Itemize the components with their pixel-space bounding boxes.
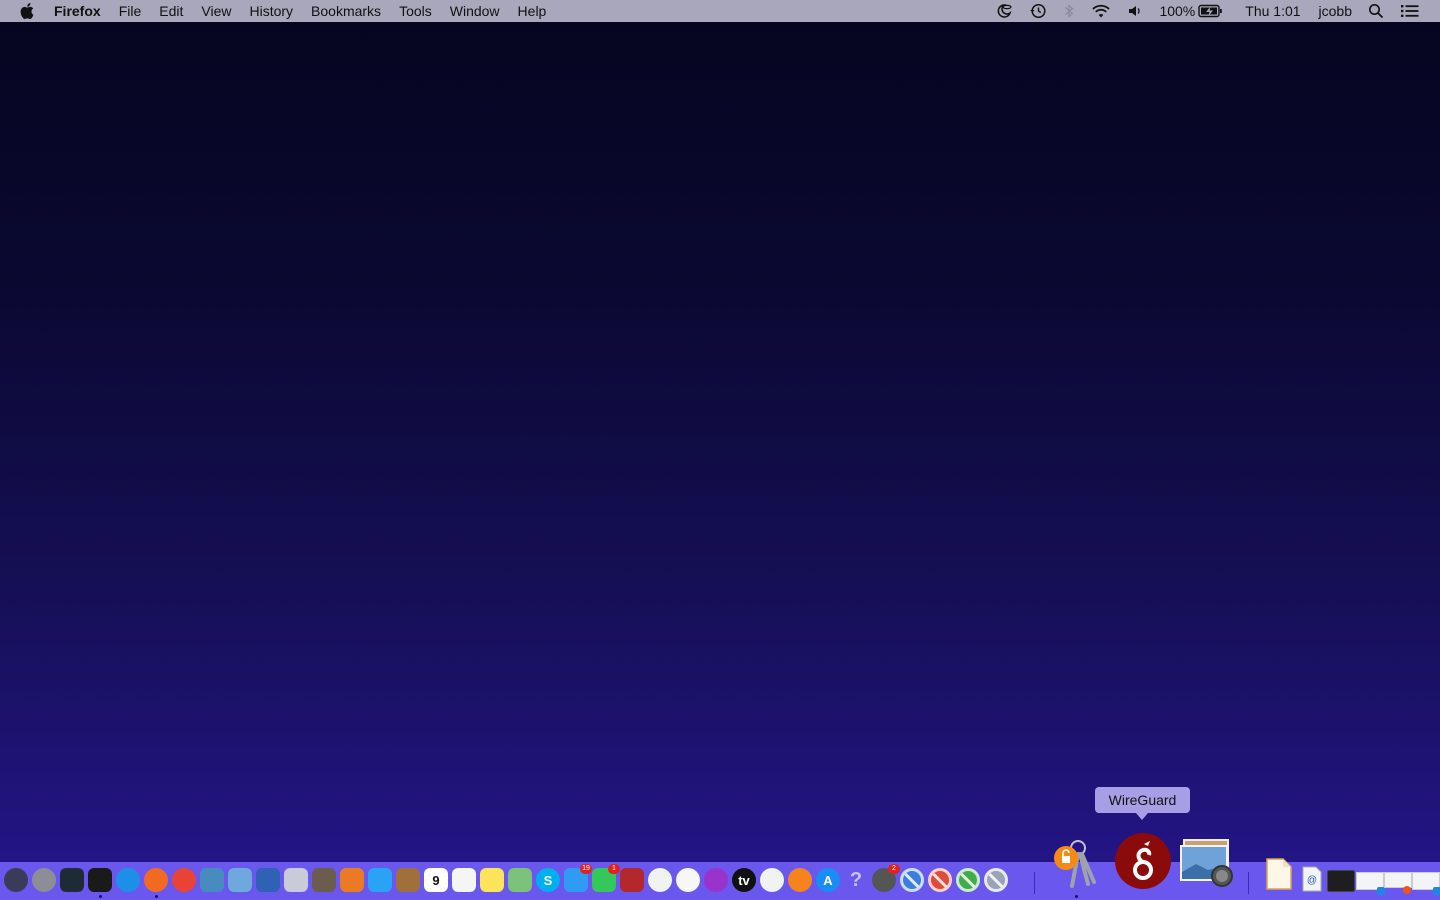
menu-edit[interactable]: Edit [150,0,192,22]
mission-control-icon[interactable] [60,868,84,892]
clock[interactable]: Thu 1:01 [1245,0,1300,22]
terminal-icon[interactable] [88,868,112,892]
notification-badge: 19 [580,864,592,874]
siri-icon[interactable] [4,868,28,892]
app-store-icon[interactable]: A [816,868,840,892]
skype-icon[interactable]: S [536,868,560,892]
user-name[interactable]: jcobb [1319,0,1352,22]
menu-view[interactable]: View [192,0,240,22]
gimp-icon[interactable] [312,868,336,892]
unavailable-app-icon[interactable] [956,868,980,892]
unavailable-app-icon[interactable] [900,868,924,892]
dock-icon-label: ? [849,868,863,891]
minimized-terminal-icon[interactable] [1327,870,1355,892]
chat-bubble-icon[interactable] [368,868,392,892]
dock-separator [1034,872,1035,894]
books-icon[interactable] [788,868,812,892]
virtualbox-icon[interactable] [256,868,280,892]
menu-app-name[interactable]: Firefox [54,0,110,22]
menu-tools[interactable]: Tools [390,0,441,22]
running-indicator [1075,895,1078,898]
photos-icon[interactable] [648,868,672,892]
mail-document-icon[interactable]: @ [1302,866,1322,892]
dock-icon-label: 9 [432,872,440,888]
safari-icon[interactable] [116,868,140,892]
maps-icon[interactable] [508,868,532,892]
wifi-icon[interactable] [1091,0,1111,22]
unavailable-app-icon[interactable] [928,868,952,892]
dock-tooltip: WireGuard [1095,787,1190,820]
menu-window[interactable]: Window [441,0,509,22]
preview-icon[interactable] [228,868,252,892]
godot-icon[interactable] [200,868,224,892]
apple-tv-icon[interactable]: tv [732,868,756,892]
prohibited-overlay-icon [960,872,976,888]
wordpress-icon[interactable] [284,868,308,892]
minimized-finder-window-icon[interactable] [1356,872,1385,895]
bluetooth-icon[interactable] [1063,0,1075,22]
news-icon[interactable] [760,868,784,892]
unavailable-app-icon[interactable] [984,868,1008,892]
minimized-finder-window-icon[interactable] [1412,872,1440,895]
notification-badge: 1 [608,864,620,874]
minimized-firefox-window-icon[interactable] [1384,872,1412,894]
x11-icon[interactable] [340,868,364,892]
menu-help[interactable]: Help [509,0,556,22]
volume-icon[interactable] [1127,0,1143,22]
running-indicator [155,895,158,898]
battery-percent[interactable]: 100% [1159,0,1195,22]
dock-icon-label: tv [738,872,750,888]
firefox-badge-icon [1403,886,1411,894]
dock-separator [1248,872,1249,894]
mail-document-label: @ [1307,875,1317,886]
prohibited-overlay-icon [988,872,1004,888]
time-machine-icon[interactable] [1029,0,1047,22]
messages-icon[interactable]: 19 [564,864,592,892]
keychain-icon[interactable] [1048,834,1100,890]
facetime-icon[interactable]: 1 [592,864,620,892]
running-indicator [99,895,102,898]
battery-charging-icon[interactable] [1198,0,1223,22]
question-icon[interactable]: ? [844,868,868,892]
reminders-icon[interactable] [452,868,476,892]
dock-icon-label: S [543,872,553,888]
contacts-icon[interactable] [396,868,420,892]
finder-badge-icon [1377,887,1385,895]
notification-center-icon[interactable] [1400,0,1420,22]
notification-badge: 2 [888,864,900,874]
dock-icon-label: A [823,872,833,888]
firefox-icon[interactable] [144,868,168,892]
document-stack-icon[interactable] [1265,857,1293,891]
music-icon[interactable] [676,868,700,892]
menu-bookmarks[interactable]: Bookmarks [302,0,390,22]
apple-logo-icon[interactable] [20,3,36,19]
wireguard-icon[interactable] [1114,832,1172,890]
gear-icon[interactable]: 2 [872,864,900,892]
launchpad-icon[interactable] [32,868,56,892]
prohibited-overlay-icon [932,872,948,888]
menu-history[interactable]: History [240,0,302,22]
image-viewer-icon[interactable] [1180,838,1236,890]
chrome-icon[interactable] [172,868,196,892]
finder-badge-icon [1433,887,1440,895]
menu-file[interactable]: File [110,0,151,22]
search-icon[interactable] [1368,0,1384,22]
calendar-icon[interactable]: 9 [424,868,448,892]
desktop[interactable] [0,22,1440,862]
notes-icon[interactable] [480,868,504,892]
do-not-disturb-icon[interactable] [995,0,1013,22]
prohibited-overlay-icon [904,872,920,888]
podcasts-icon[interactable] [704,868,728,892]
menu-bar: Firefox File Edit View History Bookmarks… [0,0,1440,22]
photo-booth-icon[interactable] [620,868,644,892]
